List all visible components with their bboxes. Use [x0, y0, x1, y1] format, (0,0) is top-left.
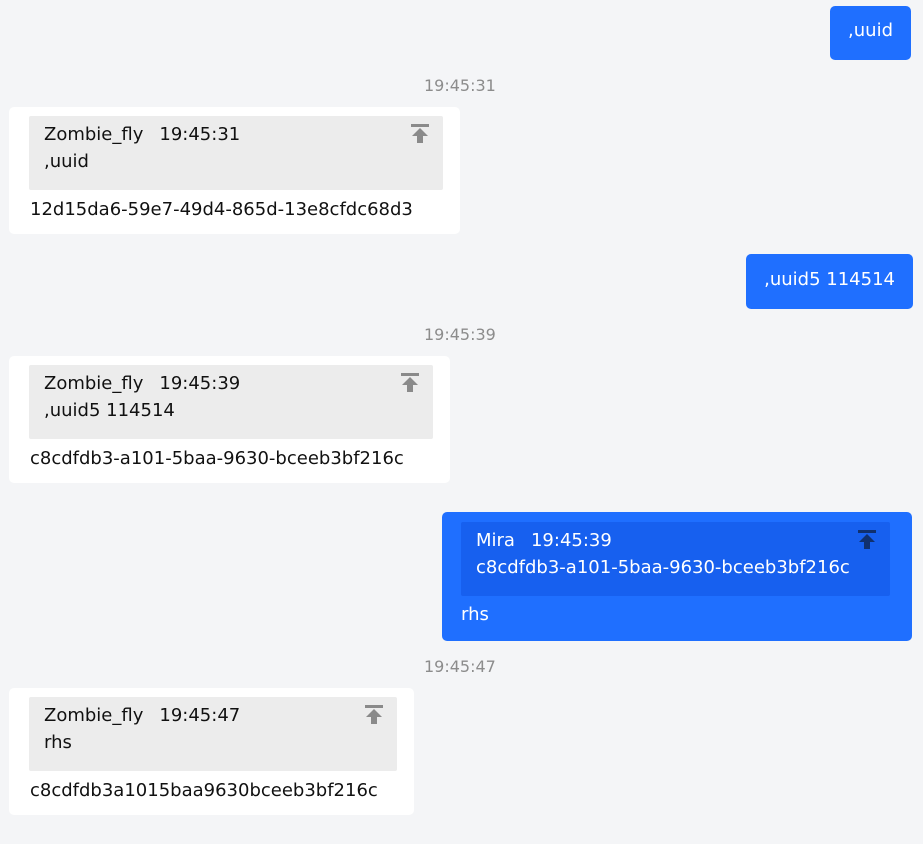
quote-author: Zombie_fly [44, 705, 144, 726]
incoming-message[interactable]: Zombie_fly 19:45:31 ,uuid 12d15da6-59e7-4… [9, 107, 460, 234]
quote-time: 19:45:47 [159, 705, 241, 726]
outgoing-message[interactable]: ,uuid [830, 6, 911, 60]
quote-text: ,uuid5 114514 [44, 400, 175, 421]
quoted-message[interactable]: Zombie_fly 19:45:39 ,uuid5 114514 [29, 365, 433, 439]
pin-to-top-icon[interactable] [409, 122, 431, 144]
quoted-message[interactable]: Zombie_fly 19:45:47 rhs [29, 697, 397, 771]
message-text: c8cdfdb3a1015baa9630bceeb3bf216c [30, 780, 378, 801]
time-separator: 19:45:47 [424, 657, 496, 676]
pin-to-top-icon[interactable] [399, 371, 421, 393]
quote-text: c8cdfdb3-a101-5baa-9630-bceeb3bf216c [476, 557, 850, 578]
message-text: ,uuid [848, 20, 893, 41]
quote-author: Mira [476, 530, 515, 551]
quoted-message[interactable]: Mira 19:45:39 c8cdfdb3-a101-5baa-9630-bce… [461, 522, 890, 596]
quote-time: 19:45:39 [530, 530, 612, 551]
quoted-message[interactable]: Zombie_fly 19:45:31 ,uuid [29, 116, 443, 190]
quote-author: Zombie_fly [44, 124, 144, 145]
quote-text: rhs [44, 732, 72, 753]
message-text: 12d15da6-59e7-49d4-865d-13e8cfdc68d3 [30, 199, 413, 220]
message-text: ,uuid5 114514 [764, 269, 895, 290]
time-separator: 19:45:31 [424, 76, 496, 95]
time-separator: 19:45:39 [424, 325, 496, 344]
outgoing-message[interactable]: Mira 19:45:39 c8cdfdb3-a101-5baa-9630-bce… [442, 512, 912, 641]
message-text: c8cdfdb3-a101-5baa-9630-bceeb3bf216c [30, 448, 404, 469]
pin-to-top-icon[interactable] [363, 703, 385, 725]
quote-author: Zombie_fly [44, 373, 144, 394]
incoming-message[interactable]: Zombie_fly 19:45:39 ,uuid5 114514 c8cdfdb… [9, 356, 450, 483]
pin-to-top-icon[interactable] [856, 528, 878, 550]
quote-text: ,uuid [44, 151, 89, 172]
message-text: rhs [461, 604, 489, 625]
incoming-message[interactable]: Zombie_fly 19:45:47 rhs c8cdfdb3a1015baa9… [9, 688, 414, 815]
outgoing-message[interactable]: ,uuid5 114514 [746, 254, 913, 309]
quote-time: 19:45:39 [159, 373, 241, 394]
quote-time: 19:45:31 [159, 124, 241, 145]
